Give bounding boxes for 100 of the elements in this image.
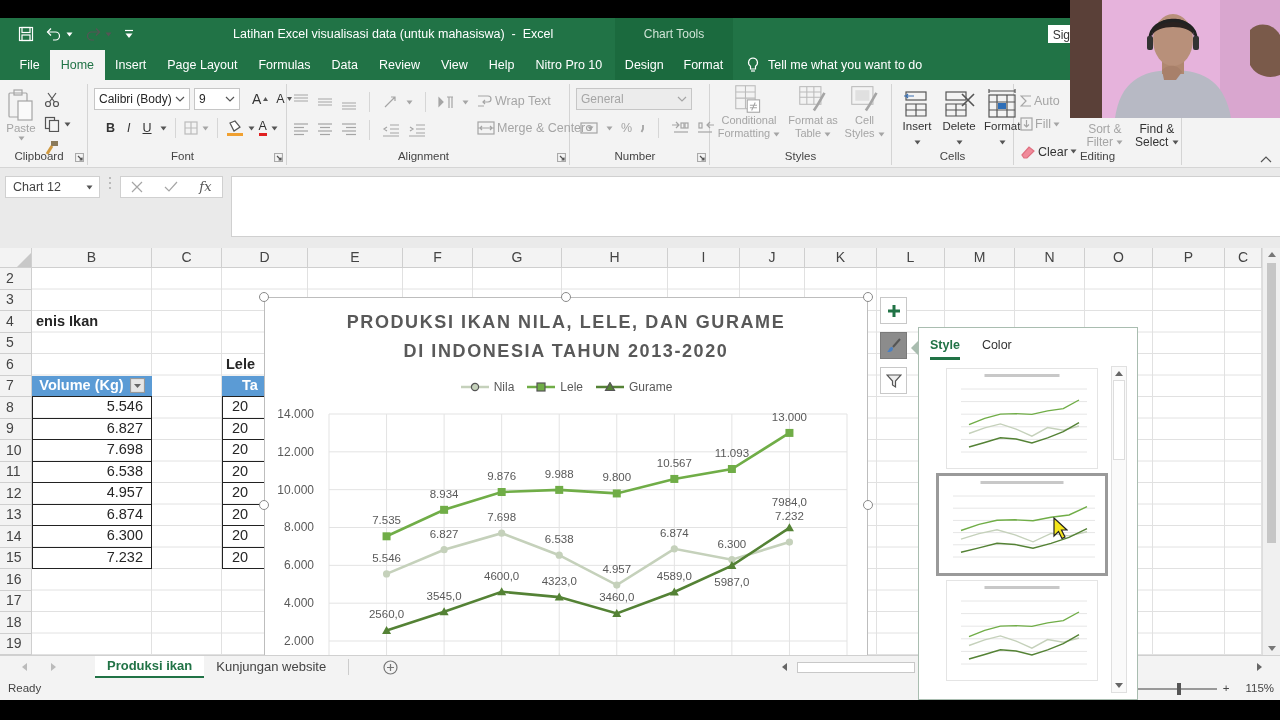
insert-button[interactable]: Insert: [896, 88, 938, 149]
cancel-icon[interactable]: [131, 181, 144, 193]
resize-handle[interactable]: [863, 292, 873, 302]
ribbon-tab[interactable]: Home: [50, 50, 105, 80]
column-heading[interactable]: K: [805, 248, 877, 268]
column-heading[interactable]: N: [1015, 248, 1085, 268]
caret-icon[interactable]: [225, 96, 235, 102]
ribbon-tab[interactable]: File: [9, 50, 51, 80]
caret-icon[interactable]: [64, 121, 71, 127]
next-sheet-icon[interactable]: [51, 663, 56, 671]
row-heading[interactable]: 5: [0, 332, 32, 354]
italic-button[interactable]: I: [123, 118, 135, 138]
caret-icon[interactable]: [66, 31, 73, 37]
row-heading[interactable]: 15: [0, 547, 32, 569]
align-left-icon[interactable]: [293, 122, 309, 138]
row-heading[interactable]: 10: [0, 440, 32, 462]
scroll-left-icon[interactable]: [782, 663, 787, 671]
align-center-icon[interactable]: [317, 122, 333, 138]
row-heading[interactable]: 7: [0, 375, 32, 397]
row-heading[interactable]: 18: [0, 612, 32, 634]
column-heading[interactable]: H: [562, 248, 668, 268]
caret-icon[interactable]: [913, 139, 921, 145]
font-name-dropdown[interactable]: Calibri (Body): [94, 88, 190, 110]
insert-function-button[interactable]: fx: [199, 177, 212, 197]
resize-handle[interactable]: [259, 292, 269, 302]
row-heading[interactable]: 4: [0, 311, 32, 333]
scroll-right-icon[interactable]: [1257, 663, 1262, 671]
chart-elements-button[interactable]: [880, 297, 907, 324]
caret-icon[interactable]: [1171, 140, 1179, 146]
orientation-icon[interactable]: [382, 94, 398, 110]
chart-styles-button[interactable]: [880, 332, 907, 359]
row-heading[interactable]: 16: [0, 569, 32, 591]
ribbon-tab[interactable]: Review: [368, 50, 431, 80]
increase-decimal-icon[interactable]: [671, 121, 690, 135]
ribbon-tab[interactable]: Help: [478, 50, 526, 80]
zoom-in-button[interactable]: +: [1222, 680, 1230, 698]
chart-style-option[interactable]: [935, 473, 1108, 576]
find-select-button[interactable]: Find & Select: [1132, 122, 1181, 149]
caret-icon[interactable]: [159, 125, 167, 131]
chart-area[interactable]: [264, 297, 868, 655]
cut-icon[interactable]: [44, 92, 60, 108]
column-heading[interactable]: D: [222, 248, 308, 268]
row-heading[interactable]: 12: [0, 483, 32, 505]
caret-icon[interactable]: [270, 125, 278, 131]
ribbon-tab[interactable]: Nitro Pro 10: [525, 50, 613, 80]
column-heading[interactable]: G: [473, 248, 562, 268]
sheet-tab[interactable]: Kunjungan website: [204, 656, 339, 678]
panel-tab[interactable]: Style: [930, 336, 960, 360]
copy-icon[interactable]: [44, 116, 60, 132]
grow-font-button[interactable]: A: [252, 88, 269, 110]
scroll-thumb[interactable]: [1267, 263, 1276, 543]
ribbon-tab[interactable]: Insert: [104, 50, 157, 80]
column-heading[interactable]: C: [1225, 248, 1262, 268]
font-size-dropdown[interactable]: 9: [194, 88, 240, 110]
column-heading[interactable]: P: [1153, 248, 1225, 268]
dialog-launcher-icon[interactable]: [274, 152, 283, 162]
row-heading[interactable]: 19: [0, 633, 32, 655]
column-heading[interactable]: J: [740, 248, 805, 268]
ribbon-tab[interactable]: Data: [321, 50, 369, 80]
dialog-launcher-icon[interactable]: [557, 152, 566, 162]
underline-button[interactable]: U: [138, 118, 156, 138]
row-heading[interactable]: 13: [0, 504, 32, 526]
row-heading[interactable]: 8: [0, 397, 32, 419]
dialog-launcher-icon[interactable]: [75, 152, 84, 162]
column-heading[interactable]: C: [152, 248, 222, 268]
previous-sheet-icon[interactable]: [22, 663, 27, 671]
fill-color-icon[interactable]: [225, 120, 244, 136]
align-right-icon[interactable]: [341, 122, 357, 138]
text-direction-icon[interactable]: [438, 95, 454, 109]
ribbon-tab[interactable]: View: [430, 50, 479, 80]
column-heading[interactable]: M: [945, 248, 1015, 268]
name-box[interactable]: Chart 12: [5, 176, 100, 198]
bold-button[interactable]: B: [102, 118, 120, 138]
slider-thumb[interactable]: [1176, 683, 1181, 695]
font-color-button[interactable]: A: [258, 120, 267, 136]
row-heading[interactable]: 14: [0, 526, 32, 548]
row-heading[interactable]: 11: [0, 461, 32, 483]
resize-handle[interactable]: [259, 500, 269, 510]
save-icon[interactable]: [18, 26, 34, 42]
sheet-tab[interactable]: Produksi ikan: [95, 656, 205, 678]
column-heading[interactable]: O: [1085, 248, 1153, 268]
tell-me-search-field[interactable]: Tell me what you want to do: [733, 50, 923, 80]
chart-filters-button[interactable]: [880, 367, 907, 394]
scroll-down-icon[interactable]: [1115, 683, 1123, 688]
undo-icon[interactable]: [46, 27, 62, 41]
scroll-down-icon[interactable]: [1267, 646, 1276, 651]
sign-in-button[interactable]: Sig: [1047, 25, 1070, 43]
caret-icon[interactable]: [175, 96, 185, 102]
zoom-level[interactable]: 115%: [1245, 680, 1274, 698]
comma-style-icon[interactable]: [640, 123, 647, 133]
decrease-indent-icon[interactable]: [382, 122, 400, 138]
borders-icon[interactable]: [183, 121, 198, 135]
column-heading[interactable]: I: [668, 248, 740, 268]
ribbon-tab[interactable]: Page Layout: [156, 50, 248, 80]
row-heading[interactable]: 3: [0, 289, 32, 311]
increase-indent-icon[interactable]: [408, 122, 426, 138]
column-heading[interactable]: L: [877, 248, 945, 268]
scroll-thumb[interactable]: [797, 661, 915, 673]
select-all-button[interactable]: [0, 248, 32, 268]
row-heading[interactable]: 17: [0, 590, 32, 612]
